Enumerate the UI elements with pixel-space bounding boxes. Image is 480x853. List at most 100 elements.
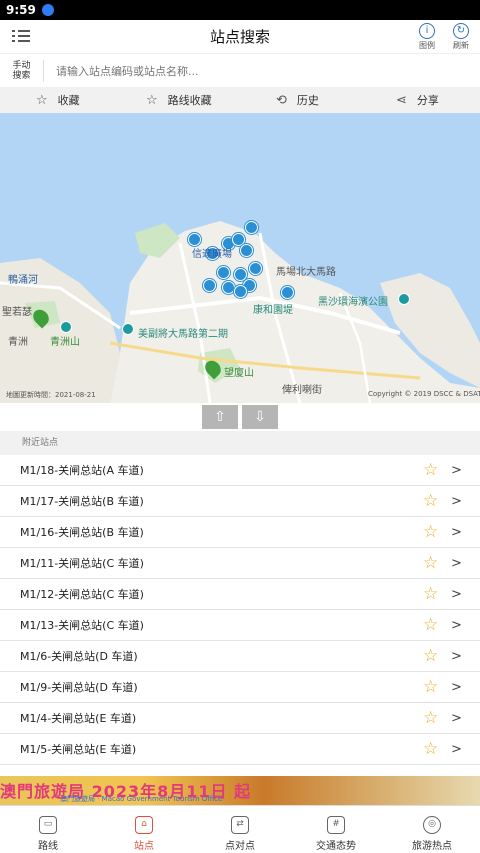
star-icon[interactable]: ☆: [423, 523, 438, 541]
map-update-time: 地圖更新時間：2021-08-21: [6, 391, 96, 399]
map-land: [0, 221, 480, 403]
search-row: 手动 搜索: [0, 55, 480, 87]
map-label: 美副將大馬路第二期: [138, 329, 228, 340]
chevron-right-icon: >: [451, 462, 462, 478]
legend-button[interactable]: i 图例: [412, 23, 442, 51]
station-row[interactable]: M1/12-关闸总站(C 车道) ☆ >: [0, 579, 480, 610]
poi-icon: [60, 321, 72, 333]
station-row[interactable]: M1/11-关闸总站(C 车道) ☆ >: [0, 548, 480, 579]
traffic-grid-icon: #: [327, 816, 345, 834]
chevron-right-icon: >: [451, 524, 462, 540]
tab-hotspots[interactable]: ◎ 旅游热点: [384, 806, 480, 853]
map-label: 青洲山: [50, 337, 80, 348]
star-icon[interactable]: ☆: [423, 740, 438, 758]
chevron-right-icon: >: [451, 679, 462, 695]
poi-icon: [398, 293, 410, 305]
tab-stations[interactable]: ⌂ 站点: [96, 806, 192, 853]
action-bar: ☆ 收藏 ☆ 路线收藏 ⟲ 历史 ⋖ 分享: [0, 87, 480, 113]
poi-icon: [122, 323, 134, 335]
star-icon[interactable]: ☆: [423, 461, 438, 479]
tab-label: 路线: [38, 841, 58, 852]
history-label: 历史: [296, 94, 319, 107]
ad-banner[interactable]: 澳門旅遊局 2023年8月11日 起 澳門旅遊局 · Macao Governm…: [0, 776, 480, 805]
station-row[interactable]: M1/17-关闸总站(B 车道) ☆ >: [0, 486, 480, 517]
info-icon: i: [419, 23, 435, 39]
bus-stop-icon[interactable]: [281, 286, 294, 299]
route-favorites-button[interactable]: ☆ 路线收藏: [146, 87, 212, 113]
bus-stop-icon[interactable]: [203, 279, 216, 292]
share-button[interactable]: ⋖ 分享: [396, 87, 439, 113]
station-name: M1/18-关闸总站(A 车道): [20, 464, 144, 477]
station-name: M1/4-关闸总站(E 车道): [20, 712, 137, 725]
route-favorites-label: 路线收藏: [167, 94, 212, 107]
star-icon[interactable]: ☆: [423, 585, 438, 603]
chevron-right-icon: >: [451, 555, 462, 571]
tab-routes[interactable]: ▭ 路线: [0, 806, 96, 853]
station-row[interactable]: M1/13-关闸总站(C 车道) ☆ >: [0, 610, 480, 641]
menu-icon[interactable]: [12, 28, 30, 44]
favorites-label: 收藏: [57, 94, 80, 107]
station-row[interactable]: M1/4-关闸总站(E 车道) ☆ >: [0, 703, 480, 734]
station-row[interactable]: M1/9-关闸总站(D 车道) ☆ >: [0, 672, 480, 703]
notification-icon: [41, 4, 54, 16]
refresh-label: 刷新: [453, 41, 469, 50]
station-name: M1/13-关闸总站(C 车道): [20, 619, 144, 632]
refresh-icon: ↻: [453, 23, 469, 39]
page-title: 站点搜索: [209, 28, 270, 46]
star-icon[interactable]: ☆: [423, 616, 438, 634]
map-scroll-controls: ⇧ ⇩: [0, 403, 480, 431]
search-input[interactable]: [44, 57, 480, 85]
map-view[interactable]: 信達廣場 馬場北大馬路 康和園堤 黑沙環海濱公園 美副將大馬路第二期 望廈山 鴨…: [0, 113, 480, 403]
tab-label: 交通态势: [316, 841, 356, 852]
tab-label: 旅游热点: [412, 841, 452, 852]
arrow-up-button[interactable]: ⇧: [202, 405, 238, 429]
history-button[interactable]: ⟲ 历史: [276, 87, 319, 113]
bus-stop-icon[interactable]: [217, 266, 230, 279]
nearby-stations-header: 附近站点: [0, 431, 480, 455]
star-icon[interactable]: ☆: [423, 554, 438, 572]
station-row[interactable]: M1/5-关闸总站(E 车道) ☆ >: [0, 734, 480, 765]
bus-icon: ▭: [39, 816, 57, 834]
tab-point-to-point[interactable]: ⇄ 点对点: [192, 806, 288, 853]
bus-stop-icon[interactable]: [234, 285, 247, 298]
station-row[interactable]: M1/18-关闸总站(A 车道) ☆ >: [0, 455, 480, 486]
map-label: 青洲: [8, 337, 28, 348]
station-row[interactable]: M1/16-关闸总站(B 车道) ☆ >: [0, 517, 480, 548]
status-time: 9:59: [6, 3, 36, 17]
refresh-button[interactable]: ↻ 刷新: [446, 23, 476, 51]
arrow-down-button[interactable]: ⇩: [242, 405, 278, 429]
station-name: M1/11-关闸总站(C 车道): [20, 557, 144, 570]
map-label: 俾利喇街: [282, 385, 322, 396]
chevron-right-icon: >: [451, 617, 462, 633]
tab-traffic[interactable]: # 交通态势: [288, 806, 384, 853]
station-name: M1/9-关闸总站(D 车道): [20, 681, 138, 694]
star-icon[interactable]: ☆: [423, 709, 438, 727]
star-icon[interactable]: ☆: [423, 678, 438, 696]
favorites-button[interactable]: ☆ 收藏: [36, 87, 80, 113]
station-row[interactable]: M1/6-关闸总站(D 车道) ☆ >: [0, 641, 480, 672]
bus-stop-icon[interactable]: [240, 244, 253, 257]
station-name: M1/17-关闸总站(B 车道): [20, 495, 144, 508]
manual-label-1: 手动: [12, 61, 31, 71]
map-label: 聖若瑟: [2, 307, 32, 318]
map-label: 康和園堤: [253, 305, 293, 316]
bus-stop-icon[interactable]: [249, 262, 262, 275]
station-name: M1/16-关闸总站(B 车道): [20, 526, 144, 539]
manual-label-2: 搜索: [12, 71, 31, 81]
map-route-icon: ⇄: [231, 816, 249, 834]
title-bar: 站点搜索 i 图例 ↻ 刷新: [0, 20, 480, 54]
tab-label: 点对点: [225, 841, 255, 852]
chevron-right-icon: >: [451, 648, 462, 664]
star-icon[interactable]: ☆: [423, 492, 438, 510]
chevron-right-icon: >: [451, 710, 462, 726]
star-icon[interactable]: ☆: [423, 647, 438, 665]
share-label: 分享: [416, 94, 439, 107]
bottom-tab-bar: ▭ 路线 ⌂ 站点 ⇄ 点对点 # 交通态势 ◎ 旅游热点: [0, 805, 480, 853]
station-name: M1/6-关闸总站(D 车道): [20, 650, 138, 663]
map-label: 望廈山: [224, 368, 254, 379]
map-copyright: Copyright © 2019 DSCC & DSAT: [368, 390, 480, 398]
hotspot-icon: ◎: [423, 816, 441, 834]
bus-stop-sign-icon: ⌂: [135, 816, 153, 834]
bus-stop-icon[interactable]: [245, 221, 258, 234]
manual-search-button[interactable]: 手动 搜索: [0, 60, 44, 82]
